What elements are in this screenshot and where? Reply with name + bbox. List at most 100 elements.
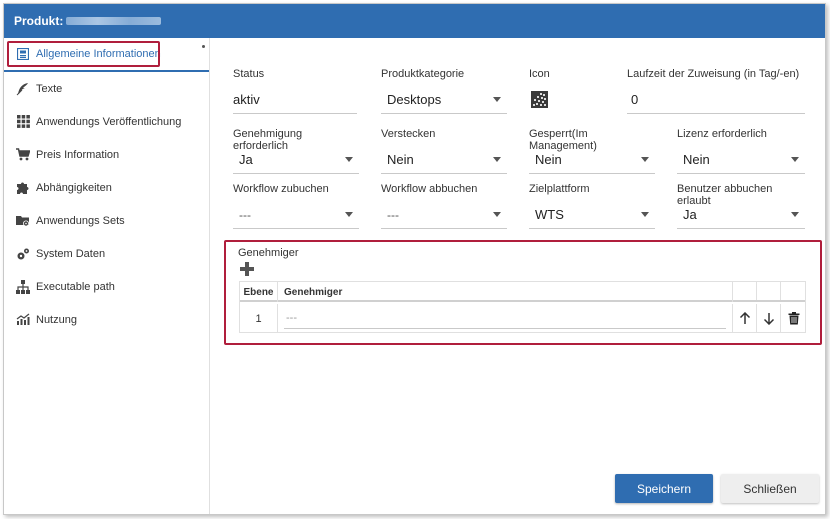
close-button[interactable]: Schließen <box>721 474 819 503</box>
produktkategorie-label: Produktkategorie <box>381 68 465 80</box>
sidebar-item-preis-information[interactable]: Preis Information <box>4 138 209 171</box>
sidebar-item-anwendungs-sets[interactable]: Anwendungs Sets <box>4 204 209 237</box>
chevron-down-icon <box>493 97 501 102</box>
workflow-abbuchen-field: Workflow abbuchen --- <box>381 183 507 229</box>
genehmigung-label: Genehmigung erforderlich <box>233 128 303 152</box>
sidebar-item-nutzung[interactable]: Nutzung <box>4 303 209 336</box>
feather-icon <box>16 82 30 96</box>
chevron-down-icon <box>493 212 501 217</box>
produktkategorie-field: Produktkategorie Desktops <box>381 68 507 114</box>
trash-icon <box>788 312 799 325</box>
gears-icon <box>16 247 30 261</box>
sidebar-item-label: Executable path <box>36 280 115 293</box>
icon-label: Icon <box>529 68 550 80</box>
genehmigung-select[interactable]: Ja <box>233 146 359 174</box>
save-button[interactable]: Speichern <box>615 474 713 503</box>
desktop-product-icon[interactable] <box>531 91 548 108</box>
lizenz-value: Nein <box>683 152 710 167</box>
column-header-down <box>757 282 781 300</box>
chevron-down-icon <box>791 157 799 162</box>
sidebar-item-executable-path[interactable]: Executable path <box>4 270 209 303</box>
status-field: Status aktiv <box>233 68 357 114</box>
lizenz-field: Lizenz erforderlich Nein <box>677 128 805 174</box>
produktkategorie-select[interactable]: Desktops <box>381 86 507 114</box>
workflow-abbuchen-value: --- <box>387 207 399 222</box>
approvers-section: Genehmiger Ebene Genehmiger 1 --- <box>224 240 822 345</box>
laufzeit-label: Laufzeit der Zuweisung (in Tag/-en) <box>627 68 800 80</box>
column-header-genehmiger: Genehmiger <box>278 282 733 302</box>
delete-row-button[interactable] <box>781 304 806 333</box>
sidebar-item-system-daten[interactable]: System Daten <box>4 237 209 270</box>
sidebar-item-allgemeine-informationen[interactable]: Allgemeine Informationen <box>4 38 209 72</box>
status-label: Status <box>233 68 265 80</box>
benutzer-abbuchen-field: Benutzer abbuchen erlaubt Ja <box>677 183 805 229</box>
benutzer-abbuchen-label: Benutzer abbuchen erlaubt <box>677 183 773 207</box>
chevron-down-icon <box>345 212 353 217</box>
move-up-button[interactable] <box>733 304 757 333</box>
zielplattform-field: Zielplattform WTS <box>529 183 655 229</box>
genehmiger-cell: --- <box>278 304 733 333</box>
main-content: Status aktiv Produktkategorie Desktops I… <box>211 38 825 514</box>
sitemap-icon <box>16 279 30 294</box>
redacted-product-name <box>66 17 162 25</box>
sidebar-item-label: Abhängigkeiten <box>36 181 112 194</box>
laufzeit-field: Laufzeit der Zuweisung (in Tag/-en) 0 <box>627 68 805 114</box>
zielplattform-select[interactable]: WTS <box>529 201 655 229</box>
sidebar-item-label: Anwendungs Veröffentlichung <box>36 115 182 128</box>
cart-icon <box>16 148 30 162</box>
folder-gear-icon <box>16 214 30 228</box>
dialog-titlebar: Produkt: <box>4 4 825 38</box>
sidebar-item-label: Nutzung <box>36 313 77 326</box>
lizenz-select[interactable]: Nein <box>677 146 805 174</box>
verstecken-label: Verstecken <box>381 128 436 140</box>
genehmiger-input[interactable]: --- <box>284 308 726 329</box>
add-approver-button[interactable] <box>240 262 256 278</box>
verstecken-select[interactable]: Nein <box>381 146 507 174</box>
ebene-cell: 1 <box>240 304 278 333</box>
plus-icon <box>240 262 254 276</box>
table-header: Ebene Genehmiger <box>240 282 805 302</box>
workflow-abbuchen-label: Workflow abbuchen <box>381 183 478 195</box>
sidebar-item-label: System Daten <box>36 247 106 260</box>
workflow-zubuchen-label: Workflow zubuchen <box>233 183 329 195</box>
genehmigung-field: Genehmigung erforderlich Ja <box>233 128 359 174</box>
sidebar-item-texte[interactable]: Texte <box>4 72 209 105</box>
chevron-down-icon <box>345 157 353 162</box>
verstecken-field: Verstecken Nein <box>381 128 507 174</box>
lizenz-label: Lizenz erforderlich <box>677 128 767 140</box>
puzzle-icon <box>16 181 30 195</box>
sidebar-item-anwendungs-veroeffentlichung[interactable]: Anwendungs Veröffentlichung <box>4 105 209 138</box>
arrow-down-icon <box>763 313 774 325</box>
chart-icon <box>16 313 30 327</box>
workflow-zubuchen-value: --- <box>239 207 251 222</box>
gesperrt-select[interactable]: Nein <box>529 146 655 174</box>
workflow-abbuchen-select[interactable]: --- <box>381 201 507 229</box>
verstecken-value: Nein <box>387 152 414 167</box>
status-input[interactable]: aktiv <box>233 86 357 114</box>
sidebar-item-label: Anwendungs Sets <box>36 214 125 227</box>
benutzer-abbuchen-select[interactable]: Ja <box>677 201 805 229</box>
chevron-down-icon <box>493 157 501 162</box>
gesperrt-label: Gesperrt(Im Management) <box>529 128 597 152</box>
dialog-title: Produkt: <box>14 14 64 28</box>
sidebar: Allgemeine Informationen Texte Anwendung… <box>4 38 210 514</box>
zielplattform-label: Zielplattform <box>529 183 590 195</box>
sidebar-item-label: Preis Information <box>36 148 120 161</box>
gesperrt-field: Gesperrt(Im Management) Nein <box>529 128 655 174</box>
grid-icon <box>16 115 30 129</box>
workflow-zubuchen-select[interactable]: --- <box>233 201 359 229</box>
sidebar-item-label: Texte <box>36 82 63 95</box>
product-dialog: Produkt: Allgemeine Informationen Texte … <box>3 3 826 515</box>
table-row: 1 --- <box>240 304 805 333</box>
laufzeit-input[interactable]: 0 <box>627 86 805 114</box>
icon-field: Icon <box>529 68 609 108</box>
move-down-button[interactable] <box>757 304 781 333</box>
chevron-down-icon <box>791 212 799 217</box>
arrow-up-icon <box>739 312 750 324</box>
produktkategorie-value: Desktops <box>387 92 442 107</box>
gesperrt-value: Nein <box>535 152 562 167</box>
column-header-ebene: Ebene <box>240 282 278 302</box>
workflow-zubuchen-field: Workflow zubuchen --- <box>233 183 359 229</box>
highlight-frame <box>7 41 160 67</box>
sidebar-item-abhaengigkeiten[interactable]: Abhängigkeiten <box>4 171 209 204</box>
